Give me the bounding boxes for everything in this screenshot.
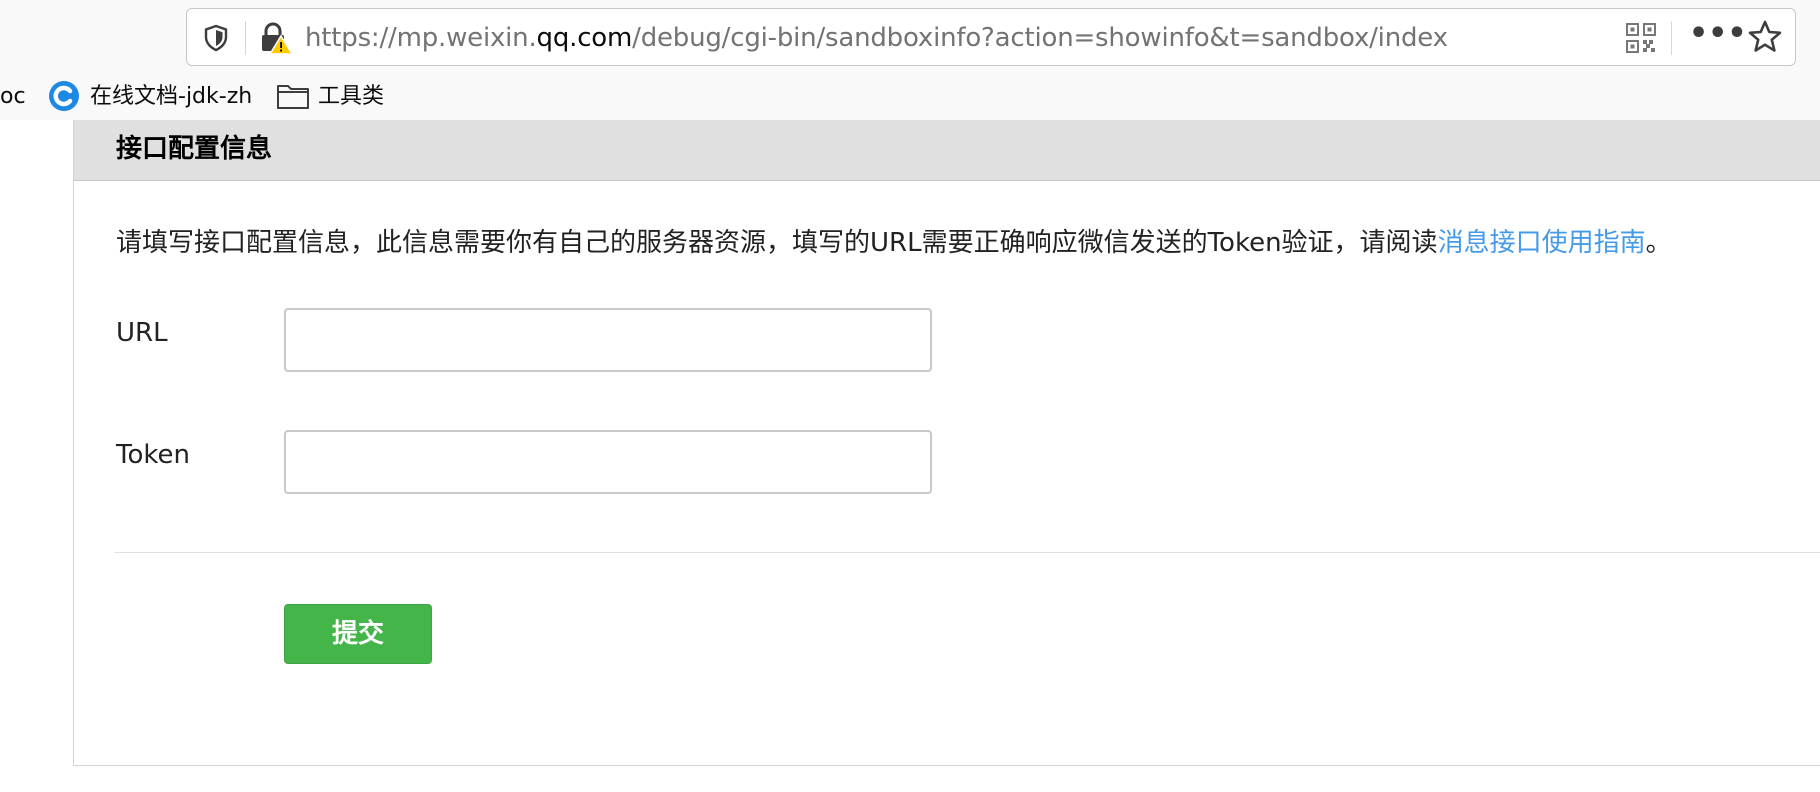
url-field-label: URL [116, 318, 168, 348]
insecure-lock-icon[interactable] [259, 21, 293, 55]
submit-button[interactable]: 提交 [284, 604, 432, 664]
url-text[interactable]: https://mp.weixin.qq.com/debug/cgi-bin/s… [305, 21, 1448, 55]
token-input[interactable] [284, 430, 932, 494]
address-bar-divider [1671, 21, 1672, 55]
form-divider [114, 552, 1820, 553]
qr-code-icon[interactable] [1625, 22, 1657, 54]
message-api-guide-link[interactable]: 消息接口使用指南 [1438, 228, 1646, 258]
c-logo-icon [49, 81, 79, 111]
url-suffix: /debug/cgi-bin/sandboxinfo?action=showin… [632, 23, 1448, 53]
token-field-label: Token [116, 440, 190, 470]
url-prefix: https://mp.weixin. [305, 23, 537, 53]
bookmark-item-jdk-docs[interactable]: 在线文档-jdk-zh [90, 82, 252, 112]
description-end: 。 [1645, 228, 1672, 258]
bookmark-item[interactable]: oc [0, 82, 26, 112]
page-actions-menu-icon[interactable]: ••• [1689, 19, 1747, 55]
url-input[interactable] [284, 308, 932, 372]
url-host: qq.com [536, 23, 633, 53]
bookmark-folder-tools[interactable]: 工具类 [318, 82, 384, 112]
bookmarks-toolbar: oc 在线文档-jdk-zh 工具类 [0, 76, 1820, 116]
address-bar[interactable]: https://mp.weixin.qq.com/debug/cgi-bin/s… [186, 8, 1796, 66]
panel-header: 接口配置信息 [74, 120, 1820, 181]
bookmark-star-icon[interactable] [1747, 19, 1783, 55]
shield-icon[interactable] [201, 23, 231, 53]
panel-description: 请填写接口配置信息，此信息需要你有自己的服务器资源，填写的URL需要正确响应微信… [116, 226, 1672, 260]
interface-config-panel: 接口配置信息 请填写接口配置信息，此信息需要你有自己的服务器资源，填写的URL需… [73, 120, 1820, 766]
panel-title: 接口配置信息 [116, 134, 273, 164]
browser-chrome: https://mp.weixin.qq.com/debug/cgi-bin/s… [0, 0, 1820, 120]
description-text: 请填写接口配置信息，此信息需要你有自己的服务器资源，填写的URL需要正确响应微信… [116, 228, 1438, 258]
address-bar-divider [245, 21, 246, 55]
folder-icon [277, 85, 309, 109]
